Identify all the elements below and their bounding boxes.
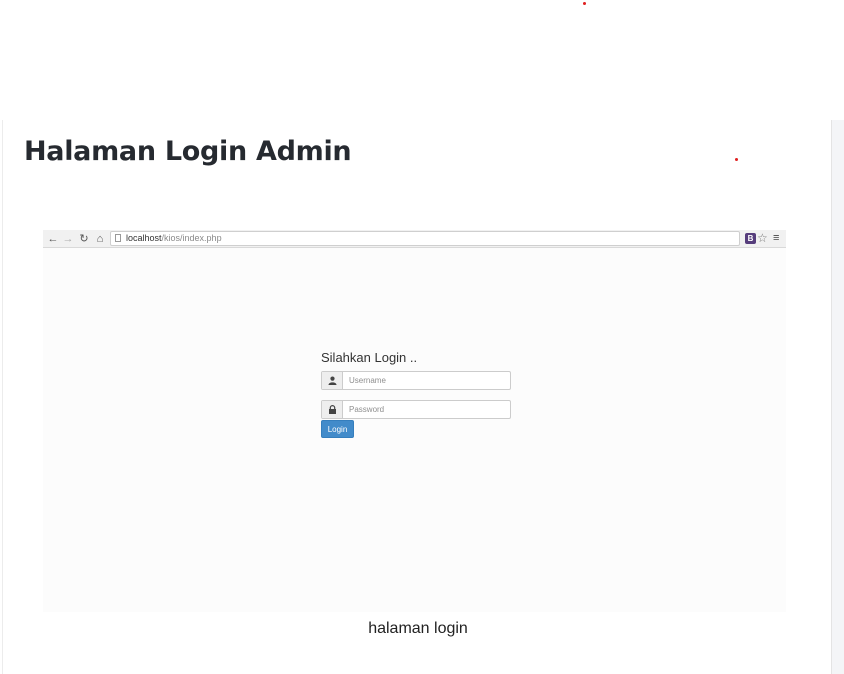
right-scroll-gutter xyxy=(832,120,844,674)
embedded-screenshot: ← → ↻ ⌂ localhost/kios/index.php B ☆ ≡ S… xyxy=(43,230,786,612)
red-dot-marker xyxy=(735,158,738,161)
arrow-left-icon[interactable]: ← xyxy=(47,232,59,246)
username-input[interactable] xyxy=(343,372,510,389)
url-host: localhost xyxy=(126,233,162,243)
address-bar[interactable]: localhost/kios/index.php xyxy=(110,231,740,246)
star-icon[interactable]: ☆ xyxy=(757,231,768,245)
bootstrap-extension-icon[interactable]: B xyxy=(745,233,756,244)
login-button[interactable]: Login xyxy=(321,420,354,438)
page-icon xyxy=(115,234,121,242)
page-title: Halaman Login Admin xyxy=(24,136,352,167)
user-icon xyxy=(322,372,343,389)
reload-icon[interactable]: ↻ xyxy=(78,232,90,246)
password-input[interactable] xyxy=(343,401,510,418)
hamburger-menu-icon[interactable]: ≡ xyxy=(773,231,779,245)
red-dot-marker xyxy=(583,2,586,5)
home-icon[interactable]: ⌂ xyxy=(94,232,106,246)
url-text: localhost/kios/index.php xyxy=(126,232,222,245)
login-heading: Silahkan Login .. xyxy=(321,350,418,365)
image-caption: halaman login xyxy=(368,620,468,637)
browser-toolbar: ← → ↻ ⌂ localhost/kios/index.php B ☆ ≡ xyxy=(43,230,786,248)
article-card: Halaman Login Admin ← → ↻ ⌂ localhost/ki… xyxy=(2,120,832,674)
arrow-right-icon[interactable]: → xyxy=(62,232,74,246)
url-path: /kios/index.php xyxy=(161,233,222,243)
username-group xyxy=(321,371,511,390)
password-group xyxy=(321,400,511,419)
lock-icon xyxy=(322,401,343,418)
